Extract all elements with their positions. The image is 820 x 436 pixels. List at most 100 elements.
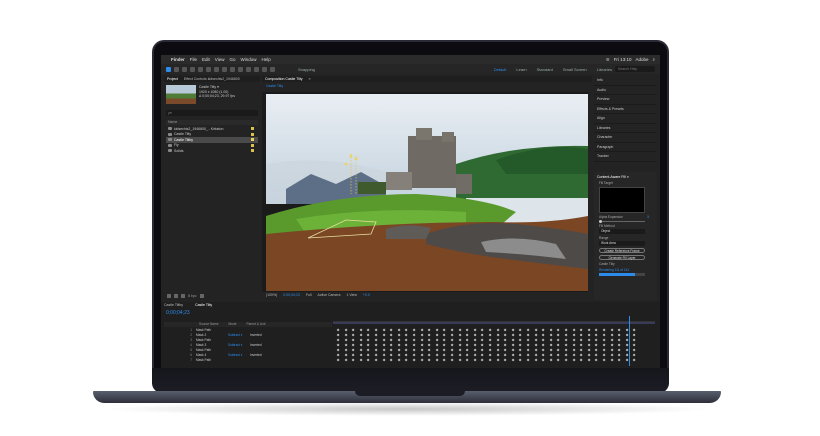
keyframe-icon[interactable] bbox=[382, 348, 386, 352]
keyframe-icon[interactable] bbox=[541, 343, 545, 347]
keyframe-icon[interactable] bbox=[511, 328, 515, 332]
keyframe-icon[interactable] bbox=[344, 353, 348, 357]
keyframe-icon[interactable] bbox=[564, 343, 568, 347]
keyframe-icon[interactable] bbox=[435, 353, 439, 357]
keyframe-icon[interactable] bbox=[534, 353, 538, 357]
keyframe-icon[interactable] bbox=[594, 333, 599, 337]
keyframe-icon[interactable] bbox=[382, 328, 386, 332]
home-tool-icon[interactable] bbox=[166, 66, 171, 72]
keyframe-icon[interactable] bbox=[366, 358, 371, 362]
keyframe-icon[interactable] bbox=[412, 348, 416, 352]
keyframe-icon[interactable] bbox=[450, 358, 454, 362]
keyframe-icon[interactable] bbox=[518, 358, 523, 362]
keyframe-icon[interactable] bbox=[366, 353, 371, 357]
keyframe-icon[interactable] bbox=[351, 348, 355, 352]
keyframe-icon[interactable] bbox=[488, 343, 492, 347]
keyframe-icon[interactable] bbox=[602, 353, 606, 357]
keyframe-icon[interactable] bbox=[617, 348, 621, 352]
create-reference-frame-button[interactable]: Create Reference Frame bbox=[599, 248, 645, 253]
keyframe-icon[interactable] bbox=[564, 353, 568, 357]
keyframe-icon[interactable] bbox=[526, 348, 530, 352]
alpha-expansion-value[interactable]: 5 bbox=[647, 215, 649, 219]
keyframe-icon[interactable] bbox=[610, 358, 614, 362]
keyframe-icon[interactable] bbox=[488, 348, 492, 352]
zoom-tool-icon[interactable] bbox=[190, 66, 195, 72]
camera-tool-icon[interactable] bbox=[206, 66, 211, 72]
keyframe-icon[interactable] bbox=[534, 338, 538, 342]
keyframe-icon[interactable] bbox=[503, 353, 507, 357]
keyframe-icon[interactable] bbox=[488, 328, 492, 332]
keyframe-icon[interactable] bbox=[488, 358, 492, 362]
composition-viewer[interactable] bbox=[262, 92, 588, 292]
keyframe-icon[interactable] bbox=[518, 338, 523, 342]
keyframe-icon[interactable] bbox=[480, 348, 485, 352]
keyframe-icon[interactable] bbox=[435, 333, 439, 337]
keyframe-icon[interactable] bbox=[465, 353, 469, 357]
keyframe-icon[interactable] bbox=[534, 358, 538, 362]
keyframe-icon[interactable] bbox=[579, 353, 583, 357]
keyframe-icon[interactable] bbox=[351, 338, 355, 342]
keyframe-icon[interactable] bbox=[366, 333, 371, 337]
range-dropdown[interactable]: Work Area bbox=[599, 241, 645, 246]
keyframe-icon[interactable] bbox=[473, 358, 477, 362]
keyframe-icon[interactable] bbox=[480, 343, 485, 347]
keyframe-icon[interactable] bbox=[442, 358, 447, 362]
resolution-dropdown[interactable]: Full bbox=[306, 293, 312, 297]
keyframe-icon[interactable] bbox=[450, 328, 454, 332]
keyframe-icon[interactable] bbox=[564, 358, 568, 362]
keyframe-icon[interactable] bbox=[366, 348, 371, 352]
keyframe-icon[interactable] bbox=[572, 353, 576, 357]
keyframe-icon[interactable] bbox=[572, 343, 576, 347]
menu-app-name[interactable]: Finder bbox=[171, 57, 185, 62]
text-tool-icon[interactable] bbox=[238, 66, 243, 72]
keyframe-icon[interactable] bbox=[427, 353, 431, 357]
layer-name[interactable]: Mask 3 bbox=[196, 343, 224, 347]
keyframe-icon[interactable] bbox=[534, 333, 538, 337]
workspace-learn[interactable]: Learn bbox=[516, 67, 526, 72]
keyframe-icon[interactable] bbox=[625, 353, 629, 357]
trash-icon[interactable] bbox=[199, 294, 204, 298]
keyframe-icon[interactable] bbox=[366, 338, 371, 342]
keyframe-icon[interactable] bbox=[602, 343, 606, 347]
keyframe-icon[interactable] bbox=[458, 353, 462, 357]
keyframe-icon[interactable] bbox=[526, 358, 530, 362]
keyframe-icon[interactable] bbox=[435, 328, 439, 332]
magnification-dropdown[interactable]: (100%) bbox=[266, 293, 277, 297]
layer-mode[interactable]: Subtract ▾ bbox=[228, 353, 246, 357]
keyframe-icon[interactable] bbox=[610, 338, 614, 342]
keyframe-icon[interactable] bbox=[625, 343, 629, 347]
keyframe-icon[interactable] bbox=[427, 348, 431, 352]
keyframe-icon[interactable] bbox=[359, 348, 363, 352]
layer-name[interactable]: Mask Path bbox=[196, 358, 224, 362]
keyframe-icon[interactable] bbox=[511, 358, 515, 362]
keyframe-icon[interactable] bbox=[496, 343, 500, 347]
workspace-default[interactable]: Default bbox=[494, 67, 507, 72]
keyframe-icon[interactable] bbox=[473, 343, 477, 347]
keyframe-icon[interactable] bbox=[526, 328, 530, 332]
keyframe-icon[interactable] bbox=[420, 358, 424, 362]
keyframe-icon[interactable] bbox=[427, 338, 431, 342]
col-parent[interactable]: Parent & Link bbox=[246, 322, 265, 327]
keyframe-icon[interactable] bbox=[610, 328, 614, 332]
keyframe-icon[interactable] bbox=[594, 348, 599, 352]
keyframe-icon[interactable] bbox=[632, 358, 637, 362]
keyframe-icon[interactable] bbox=[397, 338, 401, 342]
keyframe-icon[interactable] bbox=[427, 343, 431, 347]
keyframe-icon[interactable] bbox=[503, 328, 507, 332]
keyframe-icon[interactable] bbox=[458, 328, 462, 332]
keyframe-icon[interactable] bbox=[382, 353, 386, 357]
keyframe-icon[interactable] bbox=[382, 333, 386, 337]
keyframe-icon[interactable] bbox=[549, 328, 553, 332]
keyframe-icon[interactable] bbox=[617, 353, 621, 357]
keyframe-icon[interactable] bbox=[473, 328, 477, 332]
keyframe-icon[interactable] bbox=[450, 338, 454, 342]
keyframe-icon[interactable] bbox=[496, 328, 500, 332]
keyframe-icon[interactable] bbox=[374, 353, 378, 357]
keyframe-icon[interactable] bbox=[572, 338, 576, 342]
keyframe-icon[interactable] bbox=[382, 358, 386, 362]
keyframe-icon[interactable] bbox=[412, 353, 416, 357]
wifi-icon[interactable]: ≋ bbox=[606, 57, 610, 63]
keyframe-icon[interactable] bbox=[541, 353, 545, 357]
tab-composition[interactable]: Composition Castle Tilty bbox=[265, 77, 303, 81]
layer-row[interactable]: 7 Mask Path bbox=[164, 357, 332, 362]
